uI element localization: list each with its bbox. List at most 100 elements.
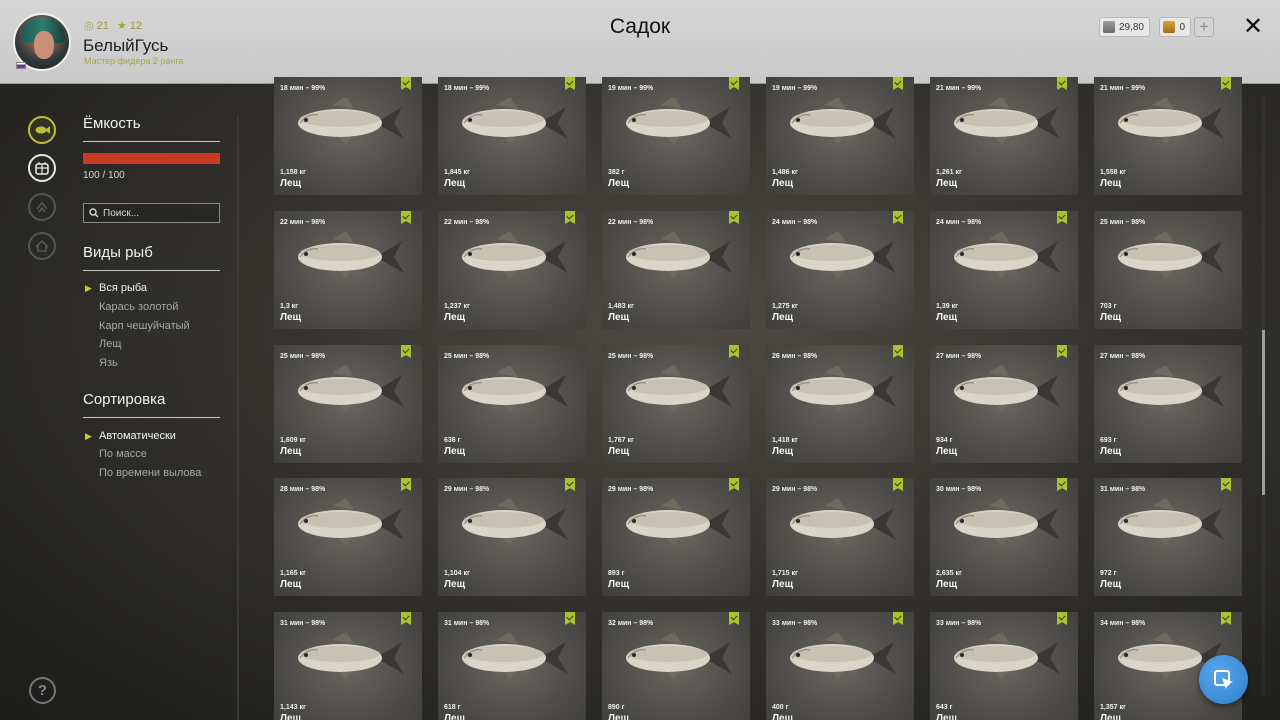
fish-catch-time: 34 мин – 98% <box>1100 620 1146 627</box>
sort-option-time[interactable]: По времени вылова <box>99 467 201 479</box>
fish-weight: 893 г <box>608 570 625 577</box>
bookmark-check-icon[interactable] <box>893 211 903 224</box>
bookmark-check-icon[interactable] <box>401 478 411 491</box>
fish-weight: 1,165 кг <box>280 570 306 577</box>
cursor-mode-button[interactable] <box>1199 655 1248 704</box>
bookmark-check-icon[interactable] <box>565 612 575 625</box>
bookmark-check-icon[interactable] <box>729 478 739 491</box>
fish-weight: 1,237 кг <box>444 303 470 310</box>
capacity-bar <box>83 153 220 164</box>
bookmark-check-icon[interactable] <box>893 77 903 90</box>
bookmark-check-icon[interactable] <box>401 77 411 90</box>
fish-card[interactable]: 21 мин – 99% 1,261 кг Лещ <box>930 77 1078 195</box>
sort-option-weight[interactable]: По массе <box>99 448 147 460</box>
bookmark-check-icon[interactable] <box>1221 612 1231 625</box>
fish-card[interactable]: 21 мин – 99% 1,558 кг Лещ <box>1094 77 1242 195</box>
bookmark-check-icon[interactable] <box>565 211 575 224</box>
fish-card[interactable]: 27 мин – 98% 934 г Лещ <box>930 345 1078 463</box>
fish-catch-time: 28 мин – 98% <box>280 486 326 493</box>
capacity-divider <box>83 141 220 142</box>
fish-catch-time: 29 мин – 98% <box>608 486 654 493</box>
fish-card[interactable]: 18 мин – 99% 1,845 кг Лещ <box>438 77 586 195</box>
fish-card[interactable]: 18 мин – 99% 1,158 кг Лещ <box>274 77 422 195</box>
bookmark-check-icon[interactable] <box>565 478 575 491</box>
bookmark-check-icon[interactable] <box>1057 77 1067 90</box>
bookmark-check-icon[interactable] <box>1057 345 1067 358</box>
fish-card[interactable]: 26 мин – 98% 1,418 кг Лещ <box>766 345 914 463</box>
fish-card[interactable]: 30 мин – 98% 2,635 кг Лещ <box>930 478 1078 596</box>
fish-weight: 382 г <box>608 169 625 176</box>
bookmark-check-icon[interactable] <box>729 77 739 90</box>
fish-catch-time: 25 мин – 98% <box>608 353 654 360</box>
fish-name: Лещ <box>772 312 794 323</box>
fish-name: Лещ <box>608 312 630 323</box>
fish-card[interactable]: 33 мин – 98% 643 г Лещ <box>930 612 1078 720</box>
fish-catch-time: 30 мин – 98% <box>936 486 982 493</box>
fish-name: Лещ <box>280 446 302 457</box>
bookmark-check-icon[interactable] <box>401 211 411 224</box>
fish-weight: 1,767 кг <box>608 437 634 444</box>
fish-card[interactable]: 25 мин – 98% 703 г Лещ <box>1094 211 1242 329</box>
fish-card[interactable]: 22 мин – 98% 1,3 кг Лещ <box>274 211 422 329</box>
fish-card[interactable]: 31 мин – 98% 972 г Лещ <box>1094 478 1242 596</box>
fish-card[interactable]: 24 мин – 98% 1,275 кг Лещ <box>766 211 914 329</box>
fish-card[interactable]: 29 мин – 98% 1,715 кг Лещ <box>766 478 914 596</box>
add-gold-button[interactable]: + <box>1194 17 1214 37</box>
bookmark-check-icon[interactable] <box>1057 211 1067 224</box>
fish-card[interactable]: 19 мин – 99% 1,486 кг Лещ <box>766 77 914 195</box>
bookmark-check-icon[interactable] <box>1221 77 1231 90</box>
fish-card[interactable]: 19 мин – 99% 382 г Лещ <box>602 77 750 195</box>
selected-species-arrow-icon: ▶ <box>85 283 92 293</box>
fish-weight: 890 г <box>608 704 625 711</box>
fish-weight: 1,486 кг <box>772 169 798 176</box>
keepnet-icon[interactable] <box>28 154 56 182</box>
bookmark-check-icon[interactable] <box>893 612 903 625</box>
fish-icon[interactable] <box>28 116 56 144</box>
fish-card[interactable]: 31 мин – 98% 618 г Лещ <box>438 612 586 720</box>
fish-name: Лещ <box>444 312 466 323</box>
search-input[interactable]: Поиск... <box>83 203 220 223</box>
fish-name: Лещ <box>444 713 466 720</box>
bream-fish-image <box>790 365 896 413</box>
fish-card[interactable]: 33 мин – 98% 400 г Лещ <box>766 612 914 720</box>
fish-card[interactable]: 28 мин – 98% 1,165 кг Лещ <box>274 478 422 596</box>
fish-card[interactable]: 24 мин – 98% 1,39 кг Лещ <box>930 211 1078 329</box>
fish-card[interactable]: 32 мин – 98% 890 г Лещ <box>602 612 750 720</box>
fish-card[interactable]: 25 мин – 98% 636 г Лещ <box>438 345 586 463</box>
fish-name: Лещ <box>280 579 302 590</box>
species-item-ide[interactable]: Язь <box>99 357 118 369</box>
fish-catch-time: 19 мин – 99% <box>608 85 654 92</box>
fish-card[interactable]: 22 мин – 98% 1,237 кг Лещ <box>438 211 586 329</box>
question-icon[interactable]: ? <box>29 677 56 704</box>
bookmark-check-icon[interactable] <box>729 211 739 224</box>
bookmark-check-icon[interactable] <box>729 345 739 358</box>
fish-weight: 618 г <box>444 704 461 711</box>
bookmark-check-icon[interactable] <box>1057 612 1067 625</box>
close-icon[interactable]: ✕ <box>1240 14 1266 40</box>
fish-weight: 1,845 кг <box>444 169 470 176</box>
scrollbar-thumb[interactable] <box>1262 330 1265 495</box>
species-item-carp[interactable]: Карп чешуйчатый <box>99 320 190 332</box>
bookmark-check-icon[interactable] <box>893 345 903 358</box>
bookmark-check-icon[interactable] <box>565 77 575 90</box>
bookmark-check-icon[interactable] <box>729 612 739 625</box>
bookmark-check-icon[interactable] <box>893 478 903 491</box>
bookmark-check-icon[interactable] <box>1057 478 1067 491</box>
bream-fish-image <box>954 632 1060 680</box>
fish-card[interactable]: 29 мин – 98% 893 г Лещ <box>602 478 750 596</box>
species-item-bream[interactable]: Лещ <box>99 338 121 350</box>
arrow-up-icon <box>28 193 56 221</box>
fish-card[interactable]: 27 мин – 98% 693 г Лещ <box>1094 345 1242 463</box>
fish-card[interactable]: 22 мин – 98% 1,483 кг Лещ <box>602 211 750 329</box>
bookmark-check-icon[interactable] <box>1221 478 1231 491</box>
fish-card[interactable]: 25 мин – 98% 1,609 кг Лещ <box>274 345 422 463</box>
fish-card[interactable]: 25 мин – 98% 1,767 кг Лещ <box>602 345 750 463</box>
bookmark-check-icon[interactable] <box>401 612 411 625</box>
fish-name: Лещ <box>1100 178 1122 189</box>
fish-card[interactable]: 29 мин – 98% 1,104 кг Лещ <box>438 478 586 596</box>
fish-card[interactable]: 31 мин – 98% 1,143 кг Лещ <box>274 612 422 720</box>
bookmark-check-icon[interactable] <box>401 345 411 358</box>
sort-option-auto[interactable]: Автоматически <box>99 430 176 442</box>
species-item-all[interactable]: Вся рыба <box>99 282 147 294</box>
species-item-goldfish[interactable]: Карась золотой <box>99 301 178 313</box>
